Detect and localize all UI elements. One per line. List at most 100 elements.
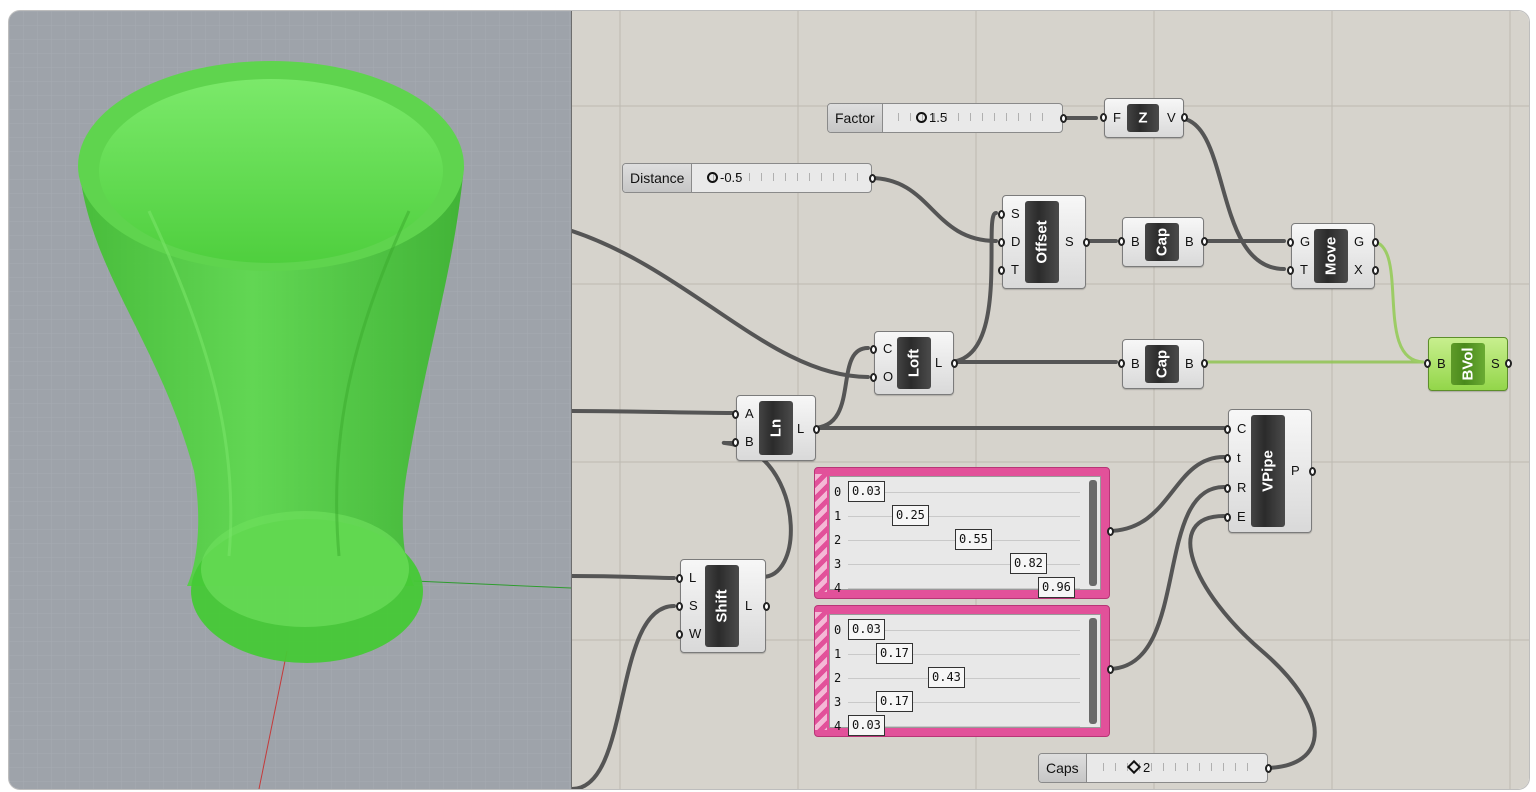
- line-component[interactable]: A B Ln L: [732, 395, 820, 461]
- port[interactable]: [870, 345, 877, 354]
- panel-t-body[interactable]: 0 0.03 1 0.25 2 0.55 3 0.82 4 0.96: [829, 476, 1101, 598]
- unit-z-core[interactable]: Z: [1127, 104, 1159, 132]
- move-core[interactable]: Move: [1314, 229, 1348, 283]
- vpipe-component[interactable]: C t R E VPipe P: [1224, 409, 1316, 533]
- list-item: 1 0.17: [830, 642, 1086, 666]
- slider-knob-icon[interactable]: [707, 172, 718, 183]
- factor-output-port[interactable]: [1060, 114, 1067, 123]
- panel-r-values[interactable]: 0 0.03 1 0.17 2 0.43 3 0.17 4 0.03: [814, 605, 1114, 737]
- panel-r-output-port[interactable]: [1107, 665, 1114, 674]
- loft-title: Loft: [905, 348, 923, 378]
- port[interactable]: [732, 438, 739, 447]
- loft-component[interactable]: C O Loft L: [870, 331, 958, 395]
- line-core[interactable]: Ln: [759, 401, 793, 455]
- port[interactable]: [1505, 359, 1512, 368]
- cap-top-component[interactable]: B Cap B: [1118, 217, 1208, 267]
- port[interactable]: [1372, 238, 1379, 247]
- port[interactable]: [998, 210, 1005, 219]
- bvol-component[interactable]: B BVol S: [1424, 337, 1512, 391]
- vpipe-input-r: R: [1237, 480, 1247, 495]
- loft-input-c: C: [883, 341, 893, 356]
- caps-slider-ticks: [1103, 763, 1253, 771]
- panel-t-values[interactable]: 0 0.03 1 0.25 2 0.55 3 0.82 4 0.96: [814, 467, 1114, 599]
- shift-component[interactable]: L S W Shift L: [676, 559, 770, 653]
- distance-slider-value: -0.5: [720, 170, 743, 185]
- rhino-viewport[interactable]: [9, 11, 571, 789]
- grasshopper-canvas[interactable]: Factor 1.5 Distance -0.5 F Z V S D T Off…: [571, 11, 1529, 789]
- unit-z-input-f: F: [1113, 110, 1121, 125]
- port[interactable]: [732, 410, 739, 419]
- port[interactable]: [1287, 238, 1294, 247]
- move-output-g: G: [1354, 234, 1365, 249]
- move-title: Move: [1322, 236, 1340, 276]
- port[interactable]: [1100, 113, 1107, 122]
- list-item: 3 0.82: [830, 552, 1086, 576]
- port[interactable]: [676, 574, 683, 583]
- slider-knob-icon[interactable]: [916, 112, 927, 123]
- panel-t-output-port[interactable]: [1107, 527, 1114, 536]
- port[interactable]: [1083, 238, 1090, 247]
- move-input-g: G: [1300, 234, 1311, 249]
- port[interactable]: [1224, 513, 1231, 522]
- unit-z-component[interactable]: F Z V: [1100, 98, 1188, 138]
- caps-slider-value-wrap[interactable]: 2: [1126, 759, 1150, 775]
- port[interactable]: [1424, 359, 1431, 368]
- offset-component[interactable]: S D T Offset S: [998, 195, 1090, 289]
- offset-core[interactable]: Offset: [1025, 201, 1059, 283]
- bvol-core[interactable]: BVol: [1451, 343, 1485, 385]
- cap-top-core[interactable]: Cap: [1145, 223, 1179, 261]
- port[interactable]: [1201, 237, 1208, 246]
- vpipe-core[interactable]: VPipe: [1251, 415, 1285, 527]
- list-item: 0 0.03: [830, 480, 1086, 504]
- port[interactable]: [813, 425, 820, 434]
- port[interactable]: [998, 238, 1005, 247]
- offset-output-s: S: [1065, 234, 1074, 249]
- port[interactable]: [998, 266, 1005, 275]
- factor-slider[interactable]: Factor 1.5: [827, 103, 1067, 133]
- offset-title: Offset: [1033, 220, 1051, 264]
- port[interactable]: [1181, 113, 1188, 122]
- port[interactable]: [763, 602, 770, 611]
- list-item: 2 0.43: [830, 666, 1086, 690]
- slider-knob-icon[interactable]: [1126, 759, 1142, 775]
- move-component[interactable]: G T Move G X: [1287, 223, 1379, 289]
- move-output-x: X: [1354, 262, 1363, 277]
- shift-output-l: L: [745, 598, 753, 613]
- vpipe-input-c: C: [1237, 421, 1247, 436]
- distance-slider-value-wrap[interactable]: -0.5: [707, 170, 742, 185]
- port[interactable]: [1224, 454, 1231, 463]
- panel-scrollbar[interactable]: [1089, 480, 1097, 586]
- offset-input-t: T: [1011, 262, 1019, 277]
- distance-output-port[interactable]: [869, 174, 876, 183]
- loft-core[interactable]: Loft: [897, 337, 931, 389]
- vpipe-output-p: P: [1291, 463, 1300, 478]
- distance-slider[interactable]: Distance -0.5: [622, 163, 876, 193]
- caps-slider[interactable]: Caps 2: [1038, 753, 1272, 783]
- distance-slider-name: Distance: [623, 164, 693, 192]
- panel-r-body[interactable]: 0 0.03 1 0.17 2 0.43 3 0.17 4 0.03: [829, 614, 1101, 736]
- port[interactable]: [1118, 359, 1125, 368]
- factor-slider-value-wrap[interactable]: 1.5: [916, 110, 947, 125]
- port[interactable]: [1201, 359, 1208, 368]
- offset-input-s: S: [1011, 206, 1020, 221]
- unit-z-output-v: V: [1167, 110, 1176, 125]
- port[interactable]: [1287, 266, 1294, 275]
- port[interactable]: [1118, 237, 1125, 246]
- panel-scrollbar[interactable]: [1089, 618, 1097, 724]
- port[interactable]: [951, 359, 958, 368]
- port[interactable]: [1372, 266, 1379, 275]
- port[interactable]: [676, 602, 683, 611]
- port[interactable]: [1224, 425, 1231, 434]
- list-item: 0 0.03: [830, 618, 1086, 642]
- cap-mid-core[interactable]: Cap: [1145, 345, 1179, 383]
- factor-slider-name: Factor: [828, 104, 883, 132]
- cap-top-title: Cap: [1153, 227, 1171, 257]
- port[interactable]: [1309, 467, 1316, 476]
- port[interactable]: [1224, 484, 1231, 493]
- cap-mid-component[interactable]: B Cap B: [1118, 339, 1208, 389]
- port[interactable]: [676, 630, 683, 639]
- bvol-output-s: S: [1491, 356, 1500, 371]
- port[interactable]: [870, 373, 877, 382]
- caps-output-port[interactable]: [1265, 764, 1272, 773]
- shift-core[interactable]: Shift: [705, 565, 739, 647]
